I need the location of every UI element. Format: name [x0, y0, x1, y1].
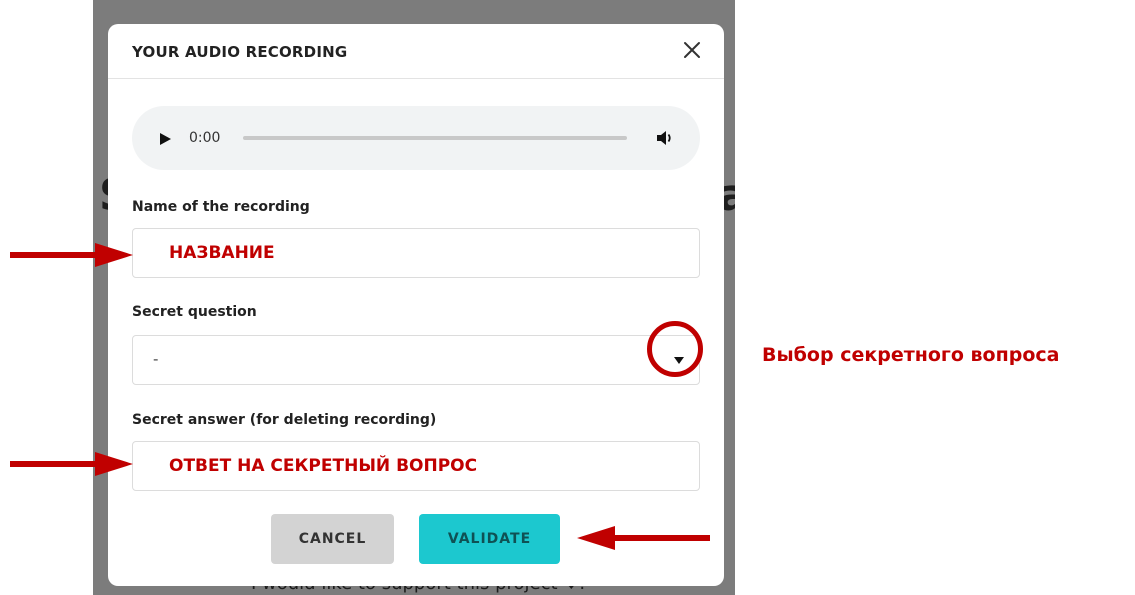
dialog-header: YOUR AUDIO RECORDING	[108, 24, 724, 79]
time-readout: 0:00	[189, 130, 221, 146]
validate-button[interactable]: VALIDATE	[419, 514, 560, 564]
secret-question-label: Secret question	[132, 304, 257, 320]
close-button[interactable]	[680, 38, 704, 62]
select-hint-annotation: Выбор секретного вопроса	[762, 344, 1060, 366]
secret-answer-label: Secret answer (for deleting recording)	[132, 412, 437, 428]
secret-question-select[interactable]: -	[132, 335, 700, 385]
name-label: Name of the recording	[132, 199, 310, 215]
recording-name-input[interactable]: НАЗВАНИЕ	[132, 228, 700, 278]
secret-answer-value: ОТВЕТ НА СЕКРЕТНЫЙ ВОПРОС	[169, 456, 478, 476]
play-icon	[160, 133, 171, 145]
arrow-right-icon	[10, 452, 133, 476]
play-button[interactable]	[158, 131, 172, 145]
close-icon	[684, 42, 700, 58]
cancel-button[interactable]: CANCEL	[271, 514, 394, 564]
recording-name-value: НАЗВАНИЕ	[169, 243, 275, 263]
audio-player: 0:00	[132, 106, 700, 170]
volume-icon	[657, 131, 671, 145]
arrow-left-icon	[577, 526, 710, 550]
audio-recording-dialog: YOUR AUDIO RECORDING 0:00 Name of the re…	[108, 24, 724, 586]
highlight-circle	[647, 321, 703, 377]
volume-button[interactable]	[655, 128, 675, 148]
secret-answer-input[interactable]: ОТВЕТ НА СЕКРЕТНЫЙ ВОПРОС	[132, 441, 700, 491]
secret-question-selected: -	[153, 350, 159, 368]
seek-bar[interactable]	[243, 136, 627, 140]
dialog-title: YOUR AUDIO RECORDING	[132, 43, 348, 61]
arrow-right-icon	[10, 243, 133, 267]
